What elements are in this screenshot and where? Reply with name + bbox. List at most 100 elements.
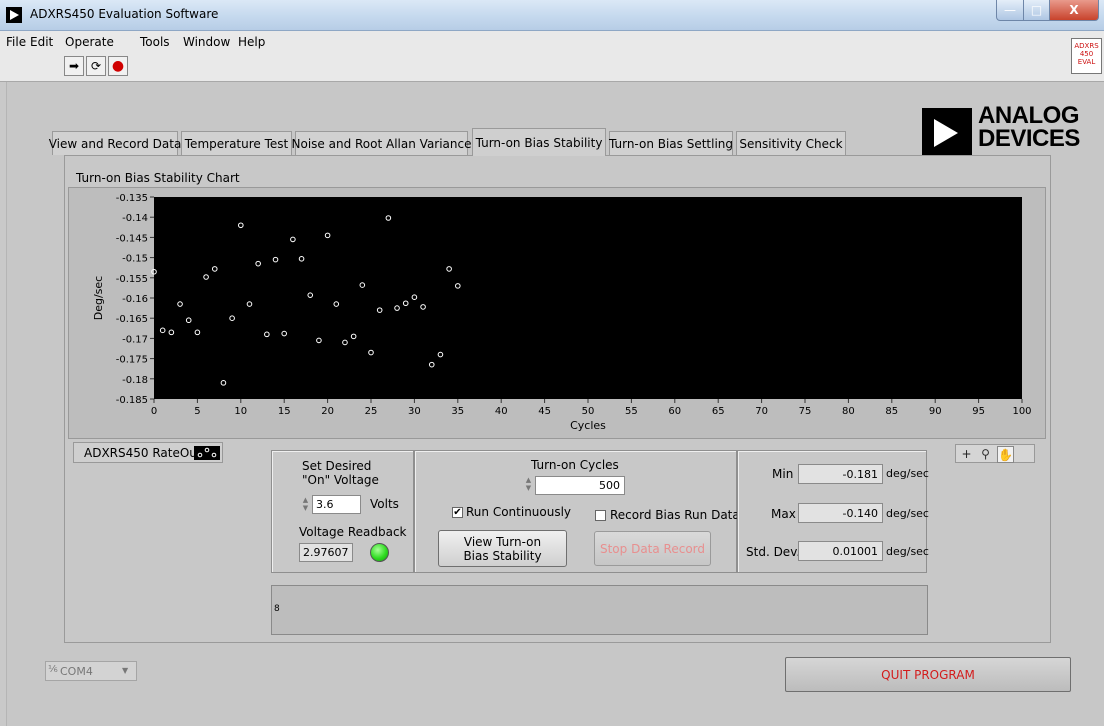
record-bias-checkbox[interactable] [595,510,606,521]
menu-window[interactable]: Window [183,35,230,49]
max-unit: deg/sec [886,507,929,520]
run-arrow-icon[interactable]: ➡ [64,56,84,76]
abort-icon[interactable]: ● [108,56,128,76]
x-tick-label: 90 [929,406,942,417]
x-tick-label: 50 [582,406,595,417]
max-value: -0.140 [798,503,883,523]
zoom-tool-icon[interactable]: ⚲ [978,446,993,461]
min-unit: deg/sec [886,467,929,480]
com-prefix-icon: ⅙ [48,664,58,675]
menu-file[interactable]: File [6,35,26,49]
close-button[interactable]: X [1049,0,1099,21]
tab-turn-on-bias-stability[interactable]: Turn-on Bias Stability [472,128,606,156]
y-tick-label: -0.135 [116,193,148,204]
y-tick-label: -0.165 [116,314,148,325]
logo-line2: DEVICES [978,125,1080,152]
stepper-up-icon[interactable]: ▲ [526,476,531,484]
x-tick-label: 65 [712,406,725,417]
x-tick-label: 40 [495,406,508,417]
menu-edit[interactable]: Edit [30,35,53,49]
max-label: Max [771,507,796,521]
record-bias-label: Record Bias Run Data [610,508,740,522]
analog-devices-logo-text: ANALOG DEVICES [978,102,1080,152]
voltage-stepper[interactable]: ▲ ▼ [300,494,311,514]
x-tick-label: 30 [408,406,421,417]
pan-tool-icon[interactable]: ✋ [997,446,1014,463]
legend-marker-swatch[interactable] [194,446,220,460]
x-tick-label: 55 [625,406,638,417]
tab-turn-on-bias-settling[interactable]: Turn-on Bias Settling [609,131,733,155]
std-dev-unit: deg/sec [886,545,929,558]
y-tick-label: -0.185 [116,395,148,406]
x-tick-label: 35 [451,406,464,417]
com-port-select[interactable]: ⅙ COM4 ▼ [45,661,137,681]
eval-badge: ADXRS 450 EVAL [1071,38,1102,74]
analog-devices-logo-icon [922,108,972,158]
x-tick-label: 70 [755,406,768,417]
logo-line1: ANALOG [978,102,1079,129]
app-icon [6,7,22,23]
y-tick-label: -0.16 [122,294,148,305]
stepper-up-icon[interactable]: ▲ [303,496,308,504]
status-indicator: 8 [274,604,280,614]
graph-palette: + ⚲ ✋ [955,444,1035,463]
run-continuously-checkbox[interactable]: ✔ [452,507,463,518]
tab-temperature-test[interactable]: Temperature Test [181,131,292,155]
x-tick-label: 20 [321,406,334,417]
voltage-readback-value: 2.97607 [299,543,353,562]
y-tick-label: -0.17 [122,334,148,345]
x-tick-label: 10 [234,406,247,417]
window-title: ADXRS450 Evaluation Software [30,7,219,21]
y-tick-label: -0.145 [116,233,148,244]
x-tick-label: 95 [972,406,985,417]
menu-help[interactable]: Help [238,35,265,49]
x-tick-label: 60 [668,406,681,417]
title-bar: ADXRS450 Evaluation Software — □ X [0,0,1104,31]
tab-noise-allan-variance[interactable]: Noise and Root Allan Variance [292,131,472,155]
turn-on-bias-chart[interactable]: -0.135 -0.14 -0.145 -0.15 -0.155 -0.16 -0.165 -… [68,187,1046,439]
minimize-button[interactable]: — [996,0,1024,21]
legend-label: ADXRS450 RateOut [84,446,202,460]
min-value: -0.181 [798,464,883,484]
y-tick-label: -0.18 [122,375,148,386]
tab-view-and-record-data[interactable]: View and Record Data [49,131,181,155]
x-tick-label: 85 [885,406,898,417]
y-tick-label: -0.15 [122,254,148,265]
voltage-input[interactable]: 3.6 [312,495,361,514]
x-axis-label: Cycles [570,419,606,432]
menu-operate[interactable]: Operate [65,35,114,49]
y-tick-label: -0.155 [116,274,148,285]
quit-program-button[interactable]: QUIT PROGRAM [785,657,1071,692]
plot-legend[interactable]: ADXRS450 RateOut [73,442,223,463]
y-axis-label: Deg/sec [92,276,105,320]
window-left-edge [0,82,7,726]
x-tick-label: 15 [278,406,291,417]
x-tick-label: 80 [842,406,855,417]
set-voltage-label: Set Desired "On" Voltage [302,459,379,487]
tab-sensitivity-check[interactable]: Sensitivity Check [736,131,846,155]
status-display: 8 [271,585,928,635]
view-bias-stability-button[interactable]: View Turn-on Bias Stability [438,530,567,567]
x-tick-label: 25 [365,406,378,417]
x-tick-label: 100 [1012,406,1031,417]
menu-tools[interactable]: Tools [140,35,170,49]
min-label: Min [772,467,794,481]
menu-bar: File Edit Operate Tools Window Help ➡ ⟳ … [0,31,1104,82]
run-continuously-label: Run Continuously [466,505,572,519]
run-continuously-icon[interactable]: ⟳ [86,56,106,76]
maximize-button[interactable]: □ [1023,0,1050,21]
chevron-down-icon[interactable]: ▼ [122,666,128,675]
com-port-value: COM4 [60,665,93,678]
cycles-stepper[interactable]: ▲ ▼ [523,474,534,494]
turn-on-cycles-label: Turn-on Cycles [531,458,619,472]
stepper-down-icon[interactable]: ▼ [303,504,308,512]
plot-area[interactable] [154,197,1022,399]
stop-data-record-button[interactable]: Stop Data Record [594,531,711,566]
cursor-tool-icon[interactable]: + [959,446,974,461]
turn-on-cycles-input[interactable]: 500 [535,476,625,495]
set-voltage-label-line2: "On" Voltage [302,473,379,487]
y-tick-label: -0.14 [122,213,148,224]
voltage-unit: Volts [370,497,399,511]
stepper-down-icon[interactable]: ▼ [526,484,531,492]
voltage-ok-led [370,543,389,562]
